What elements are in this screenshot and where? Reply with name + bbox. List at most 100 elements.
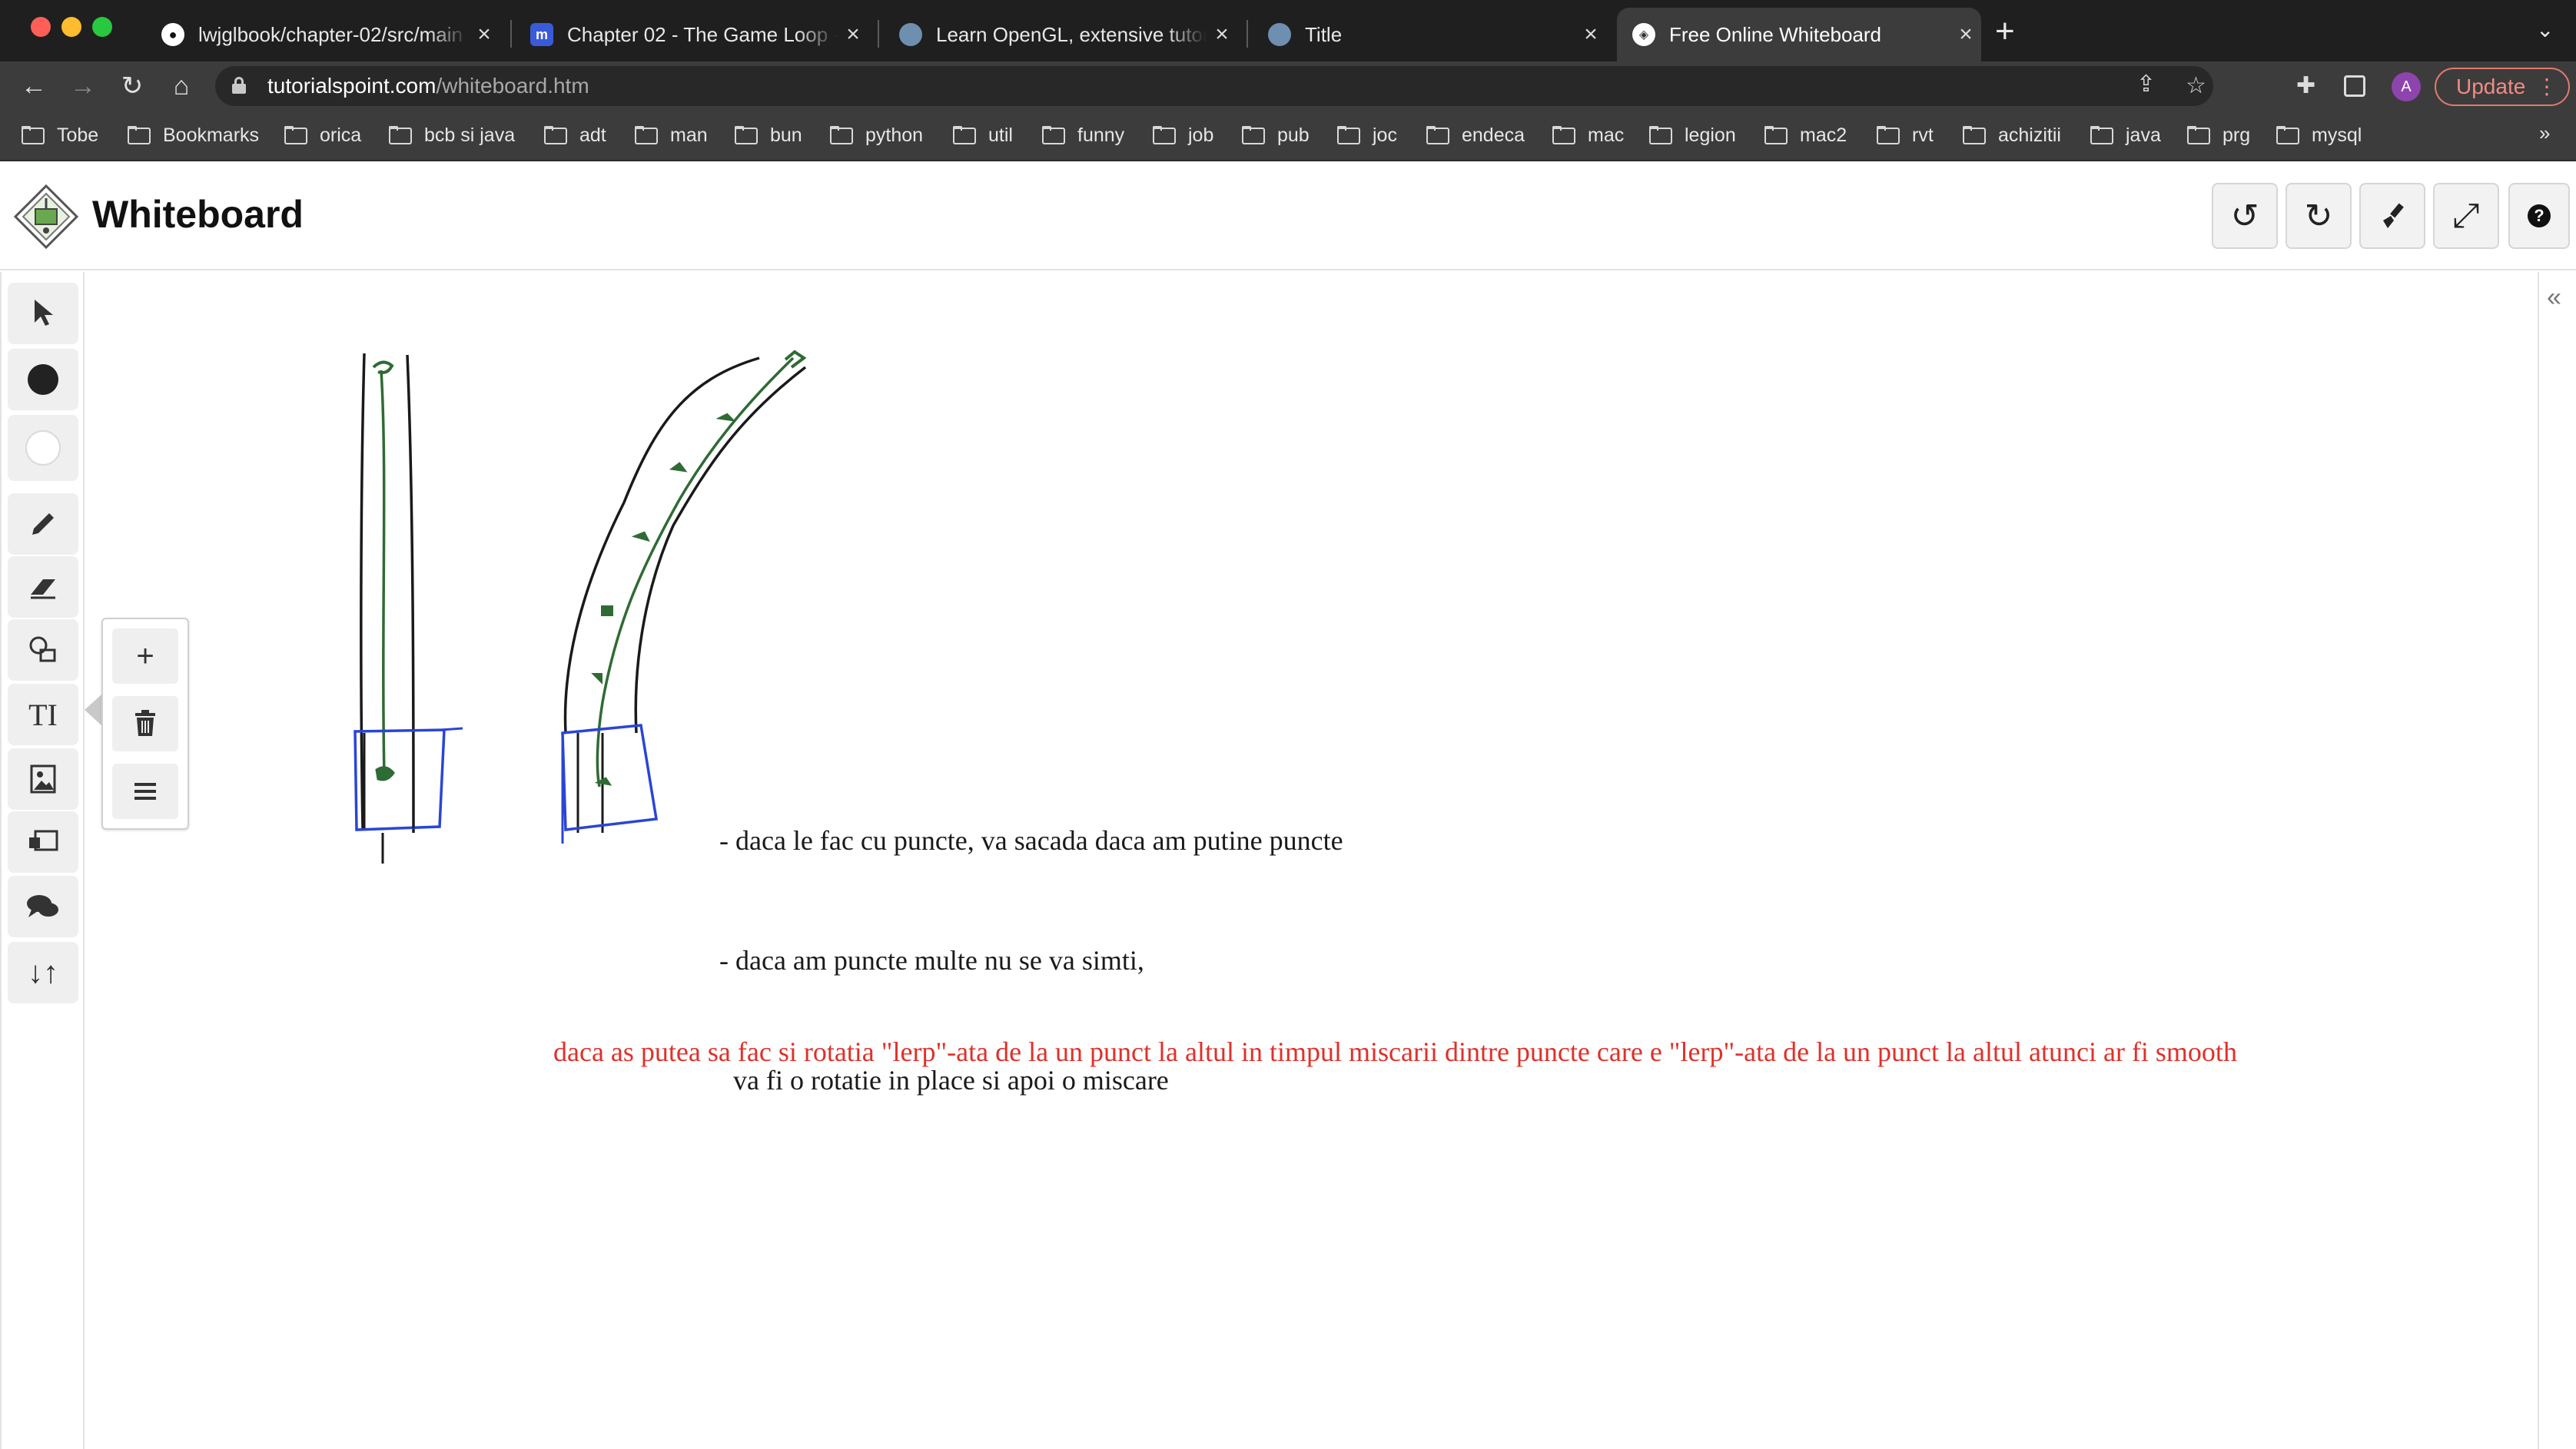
help-button[interactable]: ? [2508, 183, 2570, 249]
image-icon [30, 764, 56, 794]
undo-button[interactable]: ↺ [2212, 183, 2278, 249]
shapes-tool-button[interactable] [8, 619, 78, 681]
side-panel-icon[interactable] [2344, 75, 2365, 97]
bookmark-folder[interactable]: util [953, 121, 1013, 149]
bookmark-folder[interactable]: python [830, 121, 923, 149]
redo-button[interactable]: ↻ [2286, 183, 2352, 249]
minimize-window-button[interactable] [61, 17, 81, 37]
select-tool-button[interactable] [8, 283, 78, 344]
bookmark-folder[interactable]: bcb si java [389, 121, 515, 149]
folder-icon [1426, 126, 1449, 144]
eraser-tool-button[interactable] [8, 556, 78, 618]
redo-icon: ↻ [2304, 197, 2333, 235]
whiteboard-canvas[interactable]: - daca le fac cu puncte, va sacada daca … [86, 272, 2538, 1449]
bookmark-folder[interactable]: endeca [1426, 121, 1525, 149]
text-icon: TI [28, 697, 58, 732]
bookmark-folder[interactable]: funny [1042, 121, 1124, 149]
folder-icon [1552, 126, 1575, 144]
bookmark-folder[interactable]: legion [1649, 121, 1736, 149]
ink-stroke [440, 727, 463, 731]
bookmark-folder[interactable]: man [635, 121, 708, 149]
ink-stroke [363, 733, 415, 828]
close-tab-icon[interactable]: × [469, 22, 500, 48]
profile-avatar[interactable]: A [2392, 72, 2421, 101]
address-bar[interactable]: tutorialspoint.com/whiteboard.htm ☆ ⇪ [215, 66, 2213, 106]
bookmark-folder[interactable]: mac2 [1764, 121, 1847, 149]
close-tab-icon[interactable]: × [1575, 22, 1606, 48]
sort-icon: ↓↑ [28, 955, 58, 990]
eraser-icon [31, 579, 55, 599]
delete-page-button[interactable] [112, 696, 178, 751]
help-icon: ? [2528, 204, 2551, 227]
tab-title: Learn OpenGL, extensive tutori [936, 22, 1207, 46]
forward-arrow-icon[interactable]: → [65, 68, 101, 104]
tab-title: Free Online Whiteboard [1669, 22, 1882, 46]
browser-tab-title[interactable]: Title × [1253, 8, 1606, 61]
reorder-tool-button[interactable]: ↓↑ [8, 942, 78, 1003]
collapse-double-chevron-icon[interactable]: « [2547, 283, 2561, 313]
bookmark-folder[interactable]: Tobe [22, 121, 98, 149]
reload-icon[interactable]: ↻ [114, 68, 151, 104]
folder-icon [1042, 126, 1065, 144]
ink-stroke [596, 356, 795, 788]
back-arrow-icon[interactable]: ← [15, 68, 52, 104]
folder-icon [128, 126, 151, 144]
ink-stroke [561, 724, 659, 831]
tab-title: Chapter 02 - The Game Loop - [567, 22, 838, 46]
browser-tab-gamebook[interactable]: m Chapter 02 - The Game Loop - × [515, 8, 868, 61]
learnopengl-icon [899, 23, 922, 46]
page-menu-button[interactable] [112, 764, 178, 819]
bookmark-folder[interactable]: rvt [1877, 121, 1934, 149]
bookmark-star-icon[interactable]: ☆ [2186, 72, 2206, 99]
bookmark-folder[interactable]: job [1153, 121, 1213, 149]
maximize-window-button[interactable] [92, 17, 112, 37]
bookmark-folder[interactable]: java [2090, 121, 2161, 149]
gitbook-icon: m [530, 23, 553, 46]
clear-button[interactable] [2359, 183, 2425, 249]
browser-tab-learnopengl[interactable]: Learn OpenGL, extensive tutori × [884, 8, 1237, 61]
menu-dots-icon: ⋮ [2536, 75, 2558, 98]
close-window-button[interactable] [31, 17, 51, 37]
text-tool-button[interactable]: TI [8, 684, 78, 745]
browser-tab-whiteboard[interactable]: ◈ Free Online Whiteboard × [1617, 8, 1981, 61]
close-tab-icon[interactable]: × [838, 22, 868, 48]
black-color-icon [28, 364, 58, 395]
add-page-button[interactable]: + [112, 628, 178, 684]
close-tab-icon[interactable]: × [1207, 22, 1237, 48]
bookmarks-bar: Tobe Bookmarks orica bcb si java adt man… [0, 111, 2576, 161]
bookmark-folder[interactable]: mac [1552, 121, 1624, 149]
bookmark-folder[interactable]: Bookmarks [128, 121, 259, 149]
close-tab-icon[interactable]: × [1950, 22, 1981, 48]
bookmark-folder[interactable]: joc [1337, 121, 1397, 149]
ink-stroke [784, 350, 807, 369]
bookmark-folder[interactable]: adt [544, 121, 606, 149]
comment-tool-button[interactable] [8, 876, 78, 937]
share-icon[interactable]: ⇪ [2136, 71, 2156, 98]
image-tool-button[interactable] [8, 748, 78, 810]
new-tab-button[interactable]: + [1995, 12, 2015, 51]
browser-tab-strip: ● lwjglbook/chapter-02/src/main × m Chap… [0, 0, 2576, 61]
bookmark-folder[interactable]: pub [1242, 121, 1310, 149]
comment-icon [27, 895, 58, 917]
browser-tab-github[interactable]: ● lwjglbook/chapter-02/src/main × [146, 8, 500, 61]
tab-title: Title [1305, 22, 1343, 46]
bookmark-folder[interactable]: bun [735, 121, 802, 149]
bookmark-folder[interactable]: orica [284, 121, 361, 149]
color-black-button[interactable] [8, 349, 78, 410]
color-white-button[interactable] [8, 415, 78, 481]
bookmark-folder[interactable]: achizitii [1963, 121, 2061, 149]
home-icon[interactable]: ⌂ [163, 68, 200, 104]
update-button[interactable]: Update ⋮ [2435, 68, 2570, 106]
extensions-puzzle-icon[interactable]: ✚ [2296, 72, 2315, 99]
sticky-note-tool-button[interactable] [8, 811, 78, 873]
bookmark-folder[interactable]: prg [2187, 121, 2250, 149]
tab-search-chevron-icon[interactable]: ⌄ [2536, 17, 2554, 42]
pencil-tool-button[interactable] [8, 493, 78, 555]
ink-stroke [354, 728, 446, 831]
bookmark-folder[interactable]: mysql [2276, 121, 2362, 149]
bookmarks-overflow-button[interactable]: » [2539, 121, 2550, 145]
red-note-text[interactable]: daca as putea sa fac si rotatia "lerp"-a… [553, 1036, 2237, 1068]
fullscreen-button[interactable]: ⤢ [2433, 183, 2499, 249]
pencil-icon [32, 513, 54, 535]
note-text[interactable]: - daca le fac cu puncte, va sacada daca … [719, 741, 1343, 1180]
